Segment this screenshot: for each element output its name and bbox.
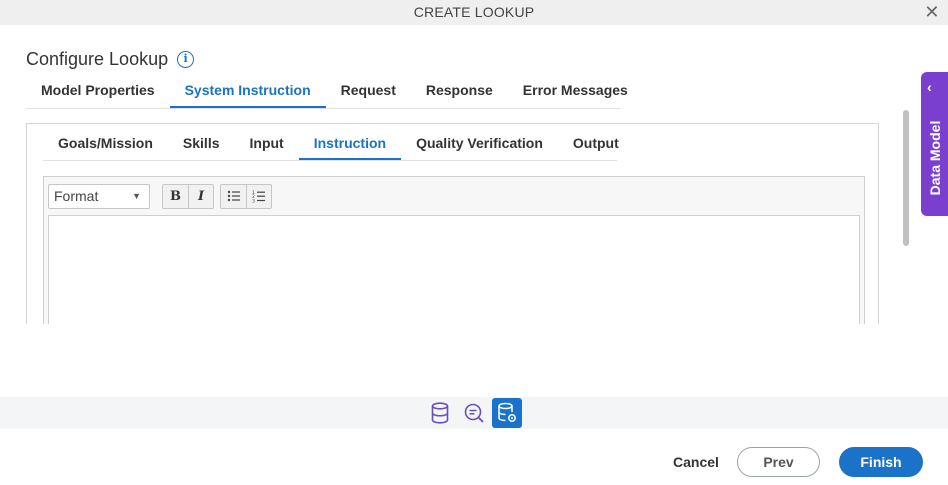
cancel-button[interactable]: Cancel xyxy=(666,447,726,477)
data-model-panel-toggle[interactable]: ‹ Data Model xyxy=(921,72,948,216)
close-icon[interactable]: ✕ xyxy=(922,2,942,22)
wizard-step-strip xyxy=(0,397,948,429)
page-title: Configure Lookup xyxy=(26,49,169,69)
italic-button[interactable]: I xyxy=(188,184,213,208)
chevron-down-icon: ▼ xyxy=(132,190,141,201)
svg-text:3: 3 xyxy=(252,198,255,203)
tab-error-messages[interactable]: Error Messages xyxy=(508,72,643,108)
finish-button[interactable]: Finish xyxy=(839,447,923,477)
page-heading: Configure Lookup i xyxy=(26,49,195,70)
instruction-text-area[interactable] xyxy=(48,215,860,324)
main-tabs: Model Properties System Instruction Requ… xyxy=(26,72,628,109)
subtab-quality-verification[interactable]: Quality Verification xyxy=(401,126,558,160)
editor-toolbar: Format ▼ B I 123 xyxy=(44,177,864,215)
subtab-output[interactable]: Output xyxy=(558,126,634,160)
search-chat-icon[interactable] xyxy=(459,398,489,428)
tab-system-instruction[interactable]: System Instruction xyxy=(169,72,326,108)
numbered-list-icon[interactable]: 123 xyxy=(246,184,271,208)
format-select-value: Format xyxy=(54,187,99,204)
database-icon[interactable] xyxy=(425,398,455,428)
sub-tabs: Goals/Mission Skills Input Instruction Q… xyxy=(43,126,619,161)
dialog-title: CREATE LOOKUP xyxy=(413,4,535,20)
subtab-instruction[interactable]: Instruction xyxy=(298,126,402,160)
dialog-titlebar: CREATE LOOKUP ✕ xyxy=(0,0,948,25)
tab-response[interactable]: Response xyxy=(411,72,508,108)
list-group: 123 xyxy=(220,183,272,209)
tab-request[interactable]: Request xyxy=(326,72,411,108)
prev-button[interactable]: Prev xyxy=(737,447,820,477)
subtab-skills[interactable]: Skills xyxy=(168,126,235,160)
vertical-scrollbar[interactable] xyxy=(903,110,909,246)
chevron-left-icon: ‹ xyxy=(927,79,932,95)
rich-text-editor: Format ▼ B I 123 xyxy=(43,176,865,324)
tab-model-properties[interactable]: Model Properties xyxy=(26,72,170,108)
bulleted-list-icon[interactable] xyxy=(221,185,246,208)
system-instruction-panel: Goals/Mission Skills Input Instruction Q… xyxy=(26,123,879,324)
subtab-goals-mission[interactable]: Goals/Mission xyxy=(43,126,168,160)
info-icon[interactable]: i xyxy=(177,51,195,68)
data-model-label: Data Model xyxy=(926,120,943,196)
database-settings-icon[interactable] xyxy=(492,398,522,428)
text-style-group: B I xyxy=(162,183,214,209)
bold-button[interactable]: B xyxy=(163,185,188,208)
format-select[interactable]: Format ▼ xyxy=(48,183,150,209)
subtab-input[interactable]: Input xyxy=(235,126,299,160)
